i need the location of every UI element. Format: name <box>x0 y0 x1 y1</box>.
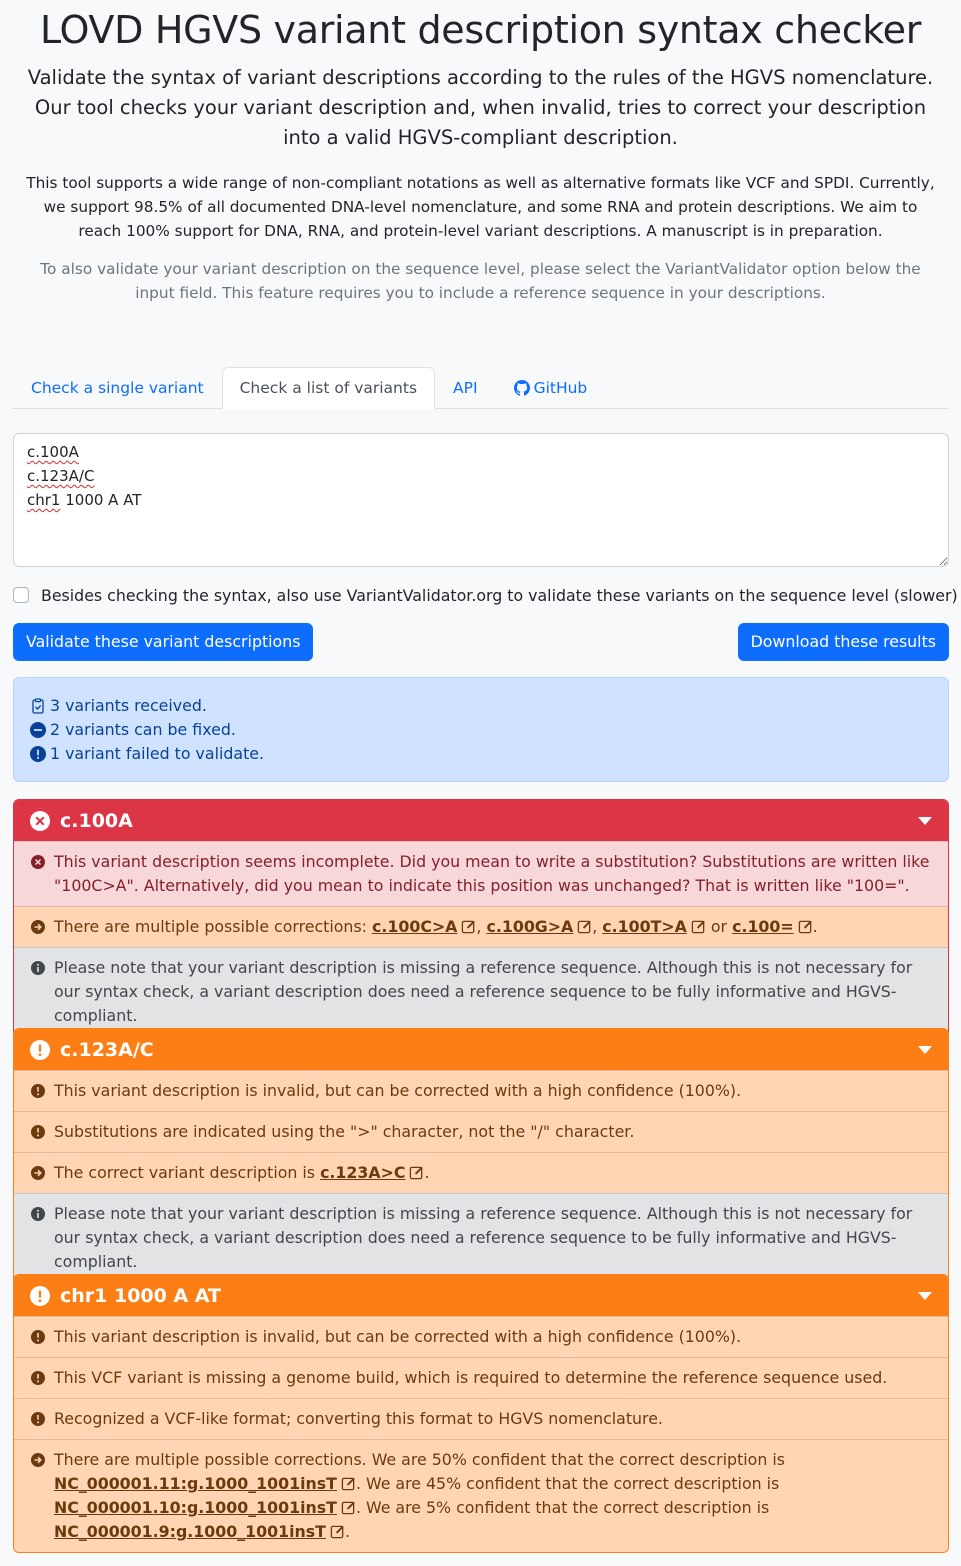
tab-single-variant[interactable]: Check a single variant <box>13 367 222 409</box>
edit-icon[interactable] <box>798 919 813 934</box>
tab-bar: Check a single variant Check a list of v… <box>13 367 949 409</box>
result-message: This variant description is invalid, but… <box>14 1316 948 1357</box>
correction-link[interactable]: NC_000001.9:g.1000_1001insT <box>54 1522 326 1541</box>
page-description: This tool supports a wide range of non-c… <box>26 174 935 240</box>
page-note: To also validate your variant descriptio… <box>40 260 921 302</box>
result-card-chr1-vcf: chr1 1000 A AT This variant description … <box>13 1274 949 1553</box>
github-icon <box>513 371 530 412</box>
edit-icon[interactable] <box>577 919 592 934</box>
dash-circle-icon <box>30 722 46 738</box>
correction-link[interactable]: NC_000001.10:g.1000_1001insT <box>54 1498 337 1517</box>
edit-icon[interactable] <box>330 1524 345 1539</box>
correction-link[interactable]: c.100C>A <box>372 917 457 936</box>
tab-api[interactable]: API <box>435 367 496 409</box>
exclamation-circle-icon <box>30 746 46 762</box>
caret-down-icon[interactable] <box>918 1045 932 1054</box>
variantvalidator-checkbox[interactable] <box>13 587 29 603</box>
exclamation-circle-icon <box>31 1412 45 1426</box>
exclamation-circle-icon <box>30 1285 50 1306</box>
summary-failed: 1 variant failed to validate. <box>30 742 932 766</box>
correction-link[interactable]: c.100T>A <box>602 917 687 936</box>
result-card-c123a-c: c.123A/C This variant description is inv… <box>13 1028 949 1283</box>
tab-github-label: GitHub <box>533 379 588 397</box>
caret-down-icon[interactable] <box>918 1291 932 1300</box>
tab-github[interactable]: GitHub <box>496 367 606 409</box>
result-message: This variant description is invalid, but… <box>14 1070 948 1111</box>
summary-fixable: 2 variants can be fixed. <box>30 718 932 742</box>
exclamation-circle-icon <box>31 1125 45 1139</box>
edit-icon[interactable] <box>341 1500 356 1515</box>
result-note: Please note that your variant descriptio… <box>14 947 948 1036</box>
exclamation-circle-icon <box>31 1371 45 1385</box>
result-corrections: There are multiple possible corrections.… <box>14 1439 948 1552</box>
result-corrections: The correct variant description is c.123… <box>14 1152 948 1193</box>
variantvalidator-option[interactable]: Besides checking the syntax, also use Va… <box>13 584 958 606</box>
caret-down-icon[interactable] <box>918 816 932 825</box>
exclamation-circle-icon <box>31 1330 45 1344</box>
summary-box: 3 variants received. 2 variants can be f… <box>13 677 949 782</box>
clipboard-check-icon <box>32 698 44 714</box>
result-title: c.123A/C <box>60 1038 154 1061</box>
result-message: Recognized a VCF-like format; converting… <box>14 1398 948 1439</box>
result-title: c.100A <box>60 809 133 832</box>
result-header[interactable]: c.123A/C <box>14 1029 948 1070</box>
edit-icon[interactable] <box>691 919 706 934</box>
correction-link[interactable]: c.100G>A <box>486 917 573 936</box>
result-title: chr1 1000 A AT <box>60 1284 221 1307</box>
result-message: This VCF variant is missing a genome bui… <box>14 1357 948 1398</box>
arrow-right-circle-icon <box>31 920 45 934</box>
x-circle-icon <box>31 855 45 869</box>
summary-received: 3 variants received. <box>30 694 932 718</box>
info-circle-icon <box>31 961 45 975</box>
x-circle-icon <box>30 810 50 831</box>
page-title: LOVD HGVS variant description syntax che… <box>39 8 922 52</box>
page-lead: Validate the syntax of variant descripti… <box>27 66 934 149</box>
correction-link[interactable]: c.123A>C <box>320 1163 405 1182</box>
info-circle-icon <box>31 1207 45 1221</box>
tab-list-of-variants[interactable]: Check a list of variants <box>221 367 436 409</box>
result-header[interactable]: c.100A <box>14 800 948 841</box>
exclamation-circle-icon <box>31 1084 45 1098</box>
exclamation-circle-icon <box>30 1039 50 1060</box>
edit-icon[interactable] <box>341 1476 356 1491</box>
result-note: Please note that your variant descriptio… <box>14 1193 948 1282</box>
result-header[interactable]: chr1 1000 A AT <box>14 1275 948 1316</box>
arrow-right-circle-icon <box>31 1453 45 1467</box>
variantvalidator-label: Besides checking the syntax, also use Va… <box>41 585 958 605</box>
download-button[interactable]: Download these results <box>737 623 949 661</box>
correction-link[interactable]: c.100= <box>732 917 794 936</box>
result-corrections: There are multiple possible corrections:… <box>14 906 948 947</box>
validate-button[interactable]: Validate these variant descriptions <box>13 623 314 661</box>
result-message: Substitutions are indicated using the ">… <box>14 1111 948 1152</box>
edit-icon[interactable] <box>409 1165 424 1180</box>
result-message: This variant description seems incomplet… <box>14 841 948 906</box>
variants-input[interactable] <box>13 433 949 567</box>
result-card-c100a: c.100A This variant description seems in… <box>13 799 949 1037</box>
correction-link[interactable]: NC_000001.11:g.1000_1001insT <box>54 1474 337 1493</box>
edit-icon[interactable] <box>461 919 476 934</box>
arrow-right-circle-icon <box>31 1166 45 1180</box>
